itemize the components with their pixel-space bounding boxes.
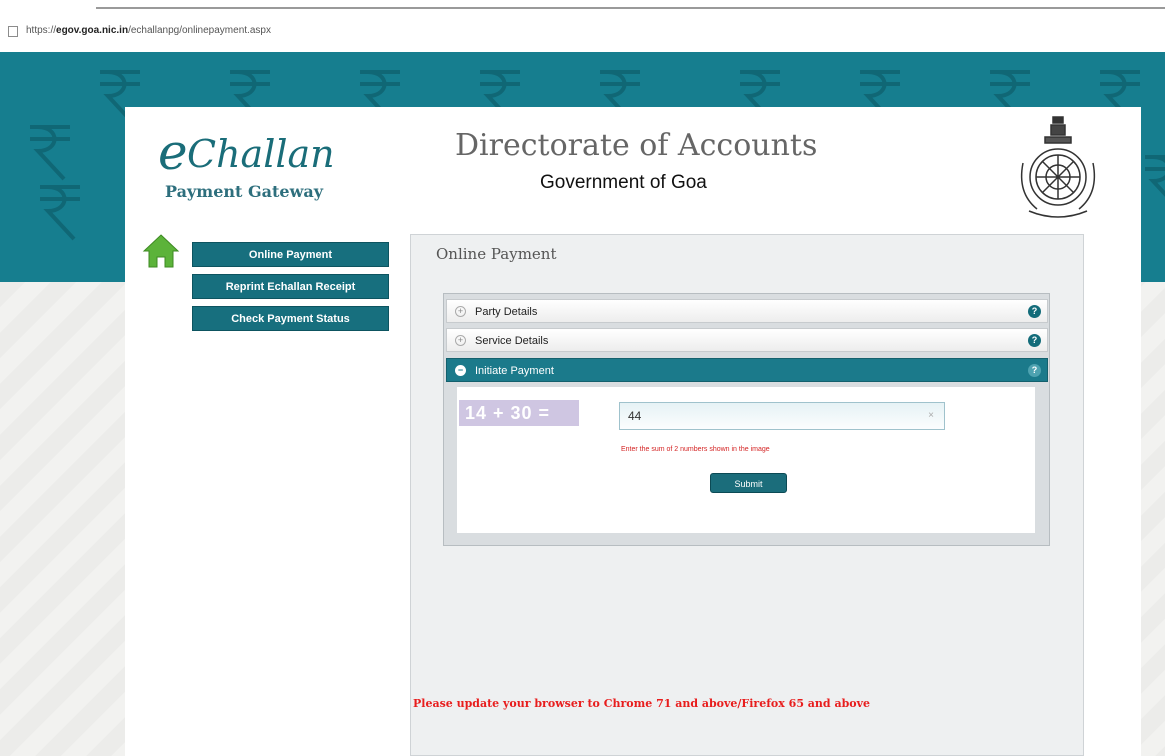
expand-plus-icon: + [455, 335, 466, 346]
help-icon[interactable]: ? [1028, 334, 1041, 347]
rupee-pattern-icon [1145, 155, 1165, 197]
nav-reprint-echallan-receipt[interactable]: Reprint Echallan Receipt [192, 274, 389, 299]
help-icon[interactable]: ? [1028, 364, 1041, 377]
section-party-details[interactable]: + Party Details ? [446, 299, 1048, 323]
rupee-pattern-icon [30, 125, 70, 181]
state-emblem-icon [1020, 116, 1096, 218]
expand-plus-icon: + [455, 306, 466, 317]
logo-subtitle: Payment Gateway [165, 182, 324, 201]
logo-letter-e: e [158, 123, 188, 181]
page-icon [8, 26, 18, 37]
browser-update-notice: Please update your browser to Chrome 71 … [413, 697, 870, 710]
page-subtitle: Government of Goa [540, 172, 707, 193]
section-service-details[interactable]: + Service Details ? [446, 328, 1048, 352]
logo-wordmark: Challan [187, 132, 335, 176]
nav-online-payment[interactable]: Online Payment [192, 242, 389, 267]
url-host: egov.goa.nic.in [56, 25, 129, 36]
section-label: Initiate Payment [475, 365, 554, 377]
tab-strip-divider [96, 7, 1165, 9]
help-icon[interactable]: ? [1028, 305, 1041, 318]
section-initiate-payment[interactable]: − Initiate Payment ? [446, 358, 1048, 382]
captcha-answer-value: 44 [628, 409, 642, 423]
url-prefix: https:// [26, 25, 57, 36]
submit-button[interactable]: Submit [710, 473, 787, 493]
page-title: Directorate of Accounts [455, 128, 818, 163]
panel-title: Online Payment [436, 245, 557, 263]
captcha-hint: Enter the sum of 2 numbers shown in the … [621, 446, 770, 453]
nav-check-payment-status[interactable]: Check Payment Status [192, 306, 389, 331]
captcha-image: 14 + 30 = [459, 400, 579, 426]
captcha-answer-input[interactable]: 44 × [619, 402, 945, 430]
section-label: Service Details [475, 335, 549, 347]
address-url[interactable]: https://egov.goa.nic.in/echallanpg/onlin… [26, 25, 271, 36]
clear-icon[interactable]: × [928, 403, 934, 429]
home-icon[interactable] [142, 233, 180, 269]
browser-address-bar[interactable]: https://egov.goa.nic.in/echallanpg/onlin… [0, 0, 1165, 52]
url-path: /echallanpg/onlinepayment.aspx [128, 25, 271, 36]
collapse-minus-icon: − [455, 365, 466, 376]
rupee-pattern-icon [40, 185, 80, 241]
section-label: Party Details [475, 306, 538, 318]
